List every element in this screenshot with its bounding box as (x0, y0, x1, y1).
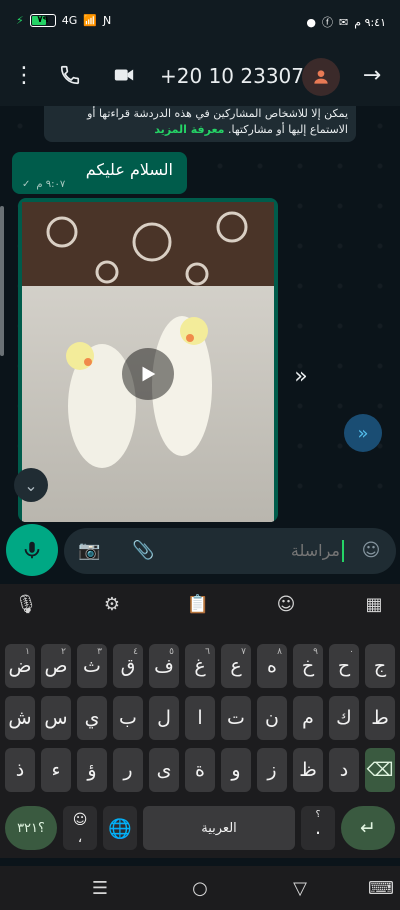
key[interactable]: ط (365, 696, 395, 740)
key[interactable]: ز (257, 748, 287, 792)
settings-icon[interactable]: ⚙ (100, 594, 124, 618)
period-hint: ؟ (315, 810, 321, 820)
key[interactable]: ٨ه (257, 644, 287, 688)
key[interactable]: ٣ث (77, 644, 107, 688)
learn-more-link[interactable]: معرفة المزيد (154, 123, 224, 136)
scrollbar[interactable] (0, 206, 4, 356)
thumbnail-background (22, 202, 274, 286)
key[interactable]: ش (5, 696, 35, 740)
key[interactable]: ٢ص (41, 644, 71, 688)
key[interactable]: د (329, 748, 359, 792)
key[interactable]: م (293, 696, 323, 740)
navigation-bar: ☰ ○ ▽ ⌨ (0, 866, 400, 910)
scroll-down-icon[interactable]: ⌄ (14, 468, 48, 502)
key[interactable]: ؤ (77, 748, 107, 792)
key[interactable]: ظ (293, 748, 323, 792)
period-label: . (314, 817, 322, 839)
contact-name[interactable]: +20 10 23307... (160, 64, 323, 88)
key[interactable]: ت (221, 696, 251, 740)
emoji-key[interactable]: ☺ ، (63, 806, 97, 850)
key[interactable]: ١ض (5, 644, 35, 688)
sticker-icon[interactable]: ☺ (360, 540, 382, 562)
video-call-icon[interactable] (112, 64, 136, 88)
key[interactable]: ٩خ (293, 644, 323, 688)
nfc-icon: Ɲ (102, 14, 112, 27)
keyboard-switch-icon[interactable]: ⌨ (368, 878, 394, 899)
key[interactable]: ي (77, 696, 107, 740)
notice-line-1: يمكن إلا للاشخاص المشاركين في هذه الدردش… (87, 107, 348, 120)
keyboard-toolbar: 🎙 ⚙ 📋 ☺ ▦ (0, 584, 400, 628)
key[interactable]: ذ (5, 748, 35, 792)
mic-button[interactable] (6, 524, 58, 576)
key[interactable]: ج (365, 644, 395, 688)
enter-icon[interactable]: ↵ (341, 806, 395, 850)
sticker-keyboard-icon[interactable]: ☺ (274, 594, 298, 618)
play-icon[interactable] (122, 348, 174, 400)
avatar[interactable] (302, 58, 340, 96)
voice-typing-icon[interactable]: 🎙 (14, 594, 38, 618)
home-icon[interactable]: ○ (190, 878, 210, 899)
attach-icon[interactable]: 📎 (132, 540, 154, 562)
message-time: ٩:٠٧ م (36, 179, 66, 190)
key[interactable]: س (41, 696, 71, 740)
backspace-icon[interactable]: ⌫ (365, 748, 395, 792)
key[interactable]: ٥ف (149, 644, 179, 688)
message-bubble[interactable]: السلام عليكم ✓ ٩:٠٧ م (12, 152, 187, 194)
grid-icon[interactable]: ▦ (362, 594, 386, 618)
key[interactable]: ة (185, 748, 215, 792)
phone-icon[interactable] (58, 64, 82, 88)
menu-icon[interactable]: ☰ (90, 878, 110, 899)
thumbnail-floor (22, 286, 274, 522)
message-meta: ✓ ٩:٠٧ م (22, 179, 65, 190)
key[interactable]: ب (113, 696, 143, 740)
battery-icon: ٧٩ (29, 14, 56, 27)
clock-time: ٩:٤١ م (354, 15, 386, 29)
key[interactable]: ر (113, 748, 143, 792)
message-text: السلام عليكم (85, 160, 173, 179)
language-icon[interactable]: 🌐 (103, 806, 137, 850)
encryption-notice: يمكن إلا للاشخاص المشاركين في هذه الدردش… (44, 106, 356, 142)
clipboard-icon[interactable]: 📋 (186, 594, 210, 618)
space-bar[interactable]: العربية (143, 806, 295, 850)
key[interactable]: و (221, 748, 251, 792)
keyboard: 🎙 ⚙ 📋 ☺ ▦ ١ض ٢ص ٣ث ٤ق ٥ف ٦غ ٧ع ٨ه ٩خ ٠ح … (0, 584, 400, 858)
key[interactable]: ك (329, 696, 359, 740)
key[interactable]: ى (149, 748, 179, 792)
key[interactable]: ن (257, 696, 287, 740)
video-message-bubble[interactable] (18, 198, 278, 522)
message-icon: ✉ (339, 15, 349, 29)
key[interactable]: ء (41, 748, 71, 792)
back-icon[interactable]: ▽ (290, 878, 310, 899)
forward-icon[interactable]: » (286, 364, 316, 394)
facebook-icon: ⓕ (322, 16, 334, 29)
camera-icon[interactable]: 📷 (78, 540, 100, 562)
key[interactable]: ٠ح (329, 644, 359, 688)
notification-icon: ● (306, 15, 317, 29)
network-label: 4G (61, 14, 78, 27)
key[interactable]: ٦غ (185, 644, 215, 688)
key[interactable]: ٧ع (221, 644, 251, 688)
key[interactable]: ا (185, 696, 215, 740)
chat-header: ⋮ +20 10 23307... → (0, 46, 400, 106)
more-vert-icon[interactable]: ⋮ (12, 64, 36, 88)
symbols-key[interactable]: ؟٣٢١ (5, 806, 57, 850)
scroll-to-mention-icon[interactable]: » (344, 414, 382, 452)
chat-area: يمكن إلا للاشخاص المشاركين في هذه الدردش… (0, 106, 400, 522)
charging-icon: ⚡ (16, 14, 24, 27)
emoji-icon: ☺ (72, 812, 88, 828)
period-key[interactable]: ؟ . (301, 806, 335, 850)
message-input[interactable] (188, 540, 344, 562)
emoji-key-label: ، (77, 830, 83, 846)
check-icon: ✓ (22, 179, 31, 190)
message-compose[interactable]: 📷 📎 ☺ (64, 528, 396, 574)
notice-line-2: الاستماع إليها أو مشاركتها. معرفة المزيد (154, 123, 348, 136)
back-arrow-icon[interactable]: → (360, 64, 384, 88)
video-thumbnail[interactable] (22, 202, 274, 522)
wifi-icon: 📶 (83, 14, 97, 27)
key[interactable]: ل (149, 696, 179, 740)
status-bar: ⚡ ٧٩ 4G 📶 Ɲ ● ⓕ ✉ ٩:٤١ م (0, 0, 400, 46)
key[interactable]: ٤ق (113, 644, 143, 688)
